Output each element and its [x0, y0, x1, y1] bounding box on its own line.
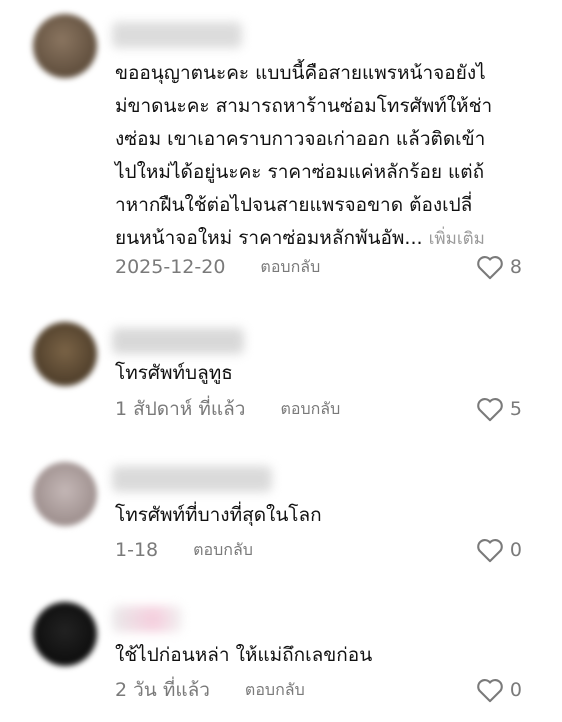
comment-text: โทรศัพท์บลูทูธ — [115, 357, 532, 390]
like-count: 8 — [509, 256, 522, 278]
like-button[interactable]: 0 — [476, 677, 522, 703]
like-button[interactable]: 0 — [476, 537, 522, 563]
comment-text-line: โทรศัพท์ที่บางที่สุดในโลก — [115, 504, 322, 526]
comment-date: 1-18 — [115, 539, 159, 561]
reply-button[interactable]: ตอบกลับ — [260, 255, 320, 280]
avatar[interactable] — [33, 602, 97, 666]
username-blurred[interactable] — [112, 22, 242, 48]
comment-date: 2 วัน ที่แล้ว — [115, 679, 210, 701]
like-count: 0 — [509, 539, 522, 561]
like-button[interactable]: 5 — [476, 396, 522, 422]
comment-text-line: ขออนุญาตนะคะ แบบนี้คือสายแพรหน้าจอยังไ — [115, 62, 486, 84]
comment-meta: 2 วัน ที่แล้ว ตอบกลับ — [115, 675, 532, 705]
comment-text-line: าหากฝืนใช้ต่อไปจนสายแพรจอขาด ต้องเปลี่ — [115, 194, 473, 216]
heart-outline-icon — [477, 398, 503, 422]
heart-outline-icon — [477, 679, 503, 703]
comment-text: โทรศัพท์ที่บางที่สุดในโลก — [115, 499, 532, 532]
comment-text-line: งซ่อม เขาเอาคราบกาวจอเก่าออก แล้วติดเข้า — [115, 128, 486, 150]
comment-text-line: ไปใหม่ได้อยู่นะคะ ราคาซ่อมแค่หลักร้อย แต… — [115, 161, 485, 183]
comment-text-line: โทรศัพท์บลูทูธ — [115, 362, 233, 384]
comment-text-line: ม่ขาดนะคะ สามารถหาร้านซ่อมโทรศัพท์ให้ช่า — [115, 95, 493, 117]
comment-text-line-last: ยนหน้าจอใหม่ ราคาซ่อมหลักพันอัพ... — [115, 227, 423, 249]
reply-button[interactable]: ตอบกลับ — [193, 538, 253, 563]
comment-date: 2025-12-20 — [115, 256, 226, 278]
comment-text-line: ยนหน้าจอใหม่ ราคาซ่อมหลักพันอัพ... เพิ่ม… — [115, 222, 532, 256]
see-more-link[interactable]: เพิ่มเติม — [429, 229, 485, 249]
comment-text: ขออนุญาตนะคะ แบบนี้คือสายแพรหน้าจอยังไ ม… — [115, 57, 532, 256]
comment-meta: 1 สัปดาห์ ที่แล้ว ตอบกลับ — [115, 394, 532, 424]
avatar[interactable] — [33, 14, 97, 78]
username-blurred[interactable] — [112, 606, 182, 632]
comment-text: ใช้ไปก่อนหล่า ให้แม่ถึกเลขก่อน — [115, 639, 532, 672]
avatar[interactable] — [33, 462, 97, 526]
like-button[interactable]: 8 — [476, 254, 522, 280]
comment-text-line: ใช้ไปก่อนหล่า ให้แม่ถึกเลขก่อน — [115, 644, 373, 666]
avatar[interactable] — [33, 322, 97, 386]
reply-button[interactable]: ตอบกลับ — [280, 397, 340, 422]
comment-meta: 1-18 ตอบกลับ — [115, 535, 532, 565]
reply-button[interactable]: ตอบกลับ — [245, 678, 305, 703]
heart-outline-icon — [477, 539, 503, 563]
username-blurred[interactable] — [112, 328, 244, 354]
comment-meta: 2025-12-20 ตอบกลับ — [115, 252, 532, 282]
like-count: 5 — [509, 398, 522, 420]
like-count: 0 — [509, 679, 522, 701]
comment-date: 1 สัปดาห์ ที่แล้ว — [115, 398, 246, 420]
username-blurred[interactable] — [112, 466, 272, 492]
heart-outline-icon — [477, 256, 503, 280]
